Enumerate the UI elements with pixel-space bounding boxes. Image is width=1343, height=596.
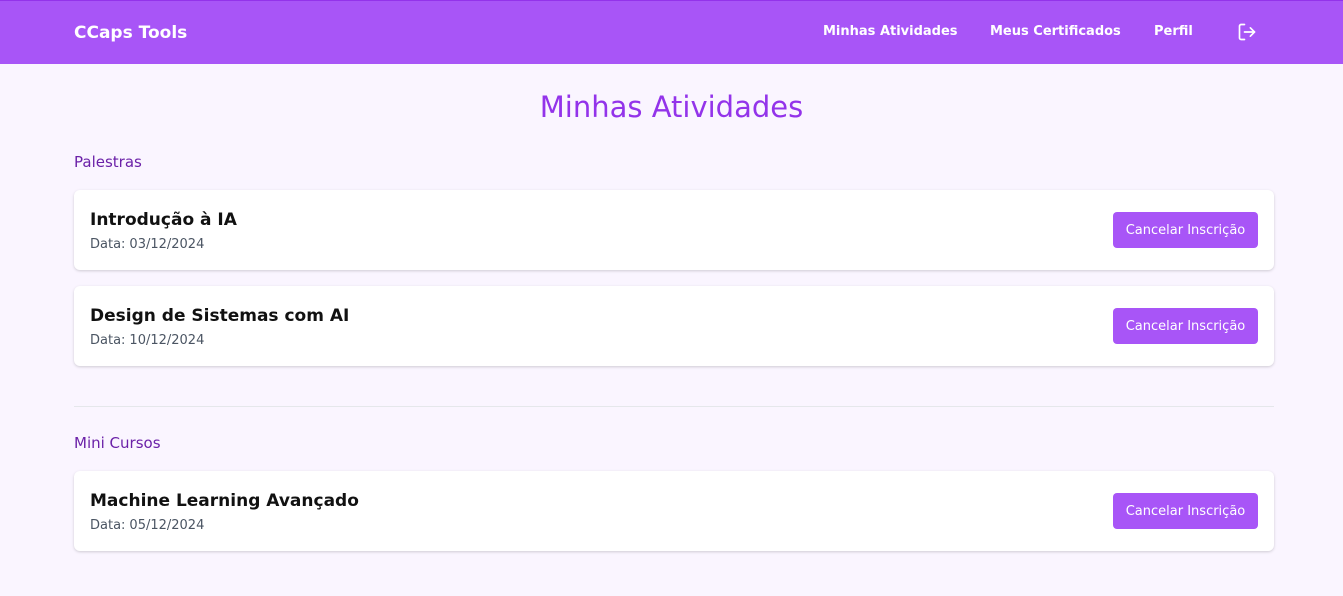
- activity-date: Data: 05/12/2024: [90, 518, 204, 533]
- activity-title: Machine Learning Avançado: [90, 491, 359, 511]
- date-label: Data:: [90, 518, 126, 533]
- activity-card: Introdução à IA Data: 03/12/2024 Cancelar…: [74, 190, 1274, 270]
- nav-link-minhas-atividades[interactable]: Minhas Atividades: [823, 24, 958, 39]
- section-title-mini-cursos: Mini Cursos: [74, 434, 161, 452]
- top-navbar: CCaps Tools Minhas Atividades Meus Certi…: [0, 0, 1343, 64]
- activity-title: Introdução à IA: [90, 210, 237, 230]
- cancel-registration-button[interactable]: Cancelar Inscrição: [1113, 493, 1258, 529]
- cancel-registration-button[interactable]: Cancelar Inscrição: [1113, 212, 1258, 248]
- activity-card: Machine Learning Avançado Data: 05/12/202…: [74, 471, 1274, 551]
- nav-links: Minhas Atividades Meus Certificados Perf…: [0, 24, 1343, 44]
- activity-date: Data: 03/12/2024: [90, 237, 204, 252]
- cancel-registration-button[interactable]: Cancelar Inscrição: [1113, 308, 1258, 344]
- date-label: Data:: [90, 237, 126, 252]
- activity-date: Data: 10/12/2024: [90, 333, 204, 348]
- nav-link-meus-certificados[interactable]: Meus Certificados: [990, 24, 1121, 39]
- date-label: Data:: [90, 333, 126, 348]
- logout-icon[interactable]: [1237, 22, 1257, 42]
- section-divider: [74, 406, 1274, 407]
- page-title: Minhas Atividades: [539, 90, 804, 124]
- activity-title: Design de Sistemas com AI: [90, 306, 350, 326]
- section-title-palestras: Palestras: [74, 153, 142, 171]
- date-value: 10/12/2024: [129, 333, 205, 348]
- date-value: 03/12/2024: [129, 237, 205, 252]
- nav-link-perfil[interactable]: Perfil: [1154, 24, 1193, 39]
- activity-card: Design de Sistemas com AI Data: 10/12/202…: [74, 286, 1274, 366]
- date-value: 05/12/2024: [129, 518, 205, 533]
